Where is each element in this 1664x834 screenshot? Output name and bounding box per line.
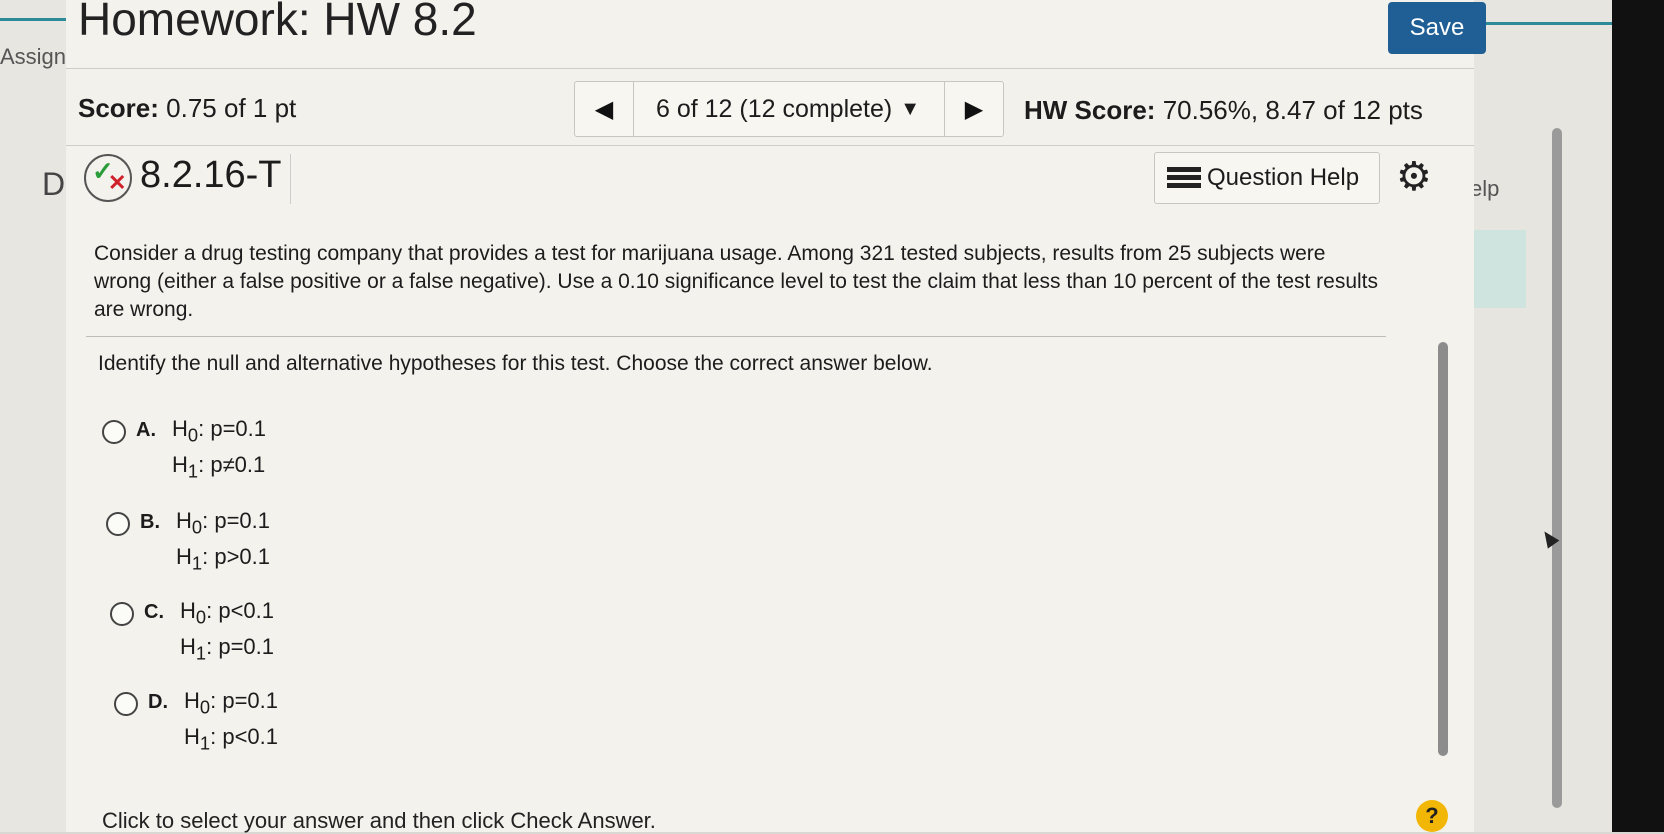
- prev-arrow-icon: ◀: [594, 95, 614, 123]
- radio-button[interactable]: [102, 420, 126, 444]
- check-x-status-icon: ✓ ✕: [84, 154, 132, 202]
- radio-button[interactable]: [114, 692, 138, 716]
- question-help-button[interactable]: Question Help: [1154, 152, 1380, 204]
- question-navigator: ◀ 6 of 12 (12 complete) ▼ ▶: [574, 81, 1004, 137]
- background-divider-right: [1476, 22, 1626, 25]
- score-bar: Score: 0.75 of 1 pt ◀ 6 of 12 (12 comple…: [66, 68, 1474, 146]
- question-scrollbar[interactable]: [1438, 342, 1448, 756]
- question-score: Score: 0.75 of 1 pt: [78, 93, 296, 124]
- question-progress: 6 of 12 (12 complete): [655, 94, 893, 123]
- score-value: 0.75 of 1 pt: [166, 93, 297, 123]
- radio-button[interactable]: [110, 602, 134, 626]
- alternative-hypothesis: H1: p>0.1: [176, 544, 270, 574]
- answer-option-b[interactable]: B. H0: p=0.1 H1: p>0.1: [106, 502, 366, 574]
- background-right-panel: elp: [1470, 0, 1630, 832]
- background-left-panel: Assign D: [0, 0, 66, 832]
- null-hypothesis: H0: p=0.1: [172, 416, 266, 446]
- null-hypothesis: H0: p=0.1: [176, 508, 270, 538]
- divider: [86, 336, 1386, 337]
- background-divider: [0, 18, 70, 21]
- background-help-fragment: elp: [1470, 176, 1500, 201]
- null-hypothesis: H0: p<0.1: [180, 598, 274, 628]
- dropdown-caret-icon: ▼: [900, 97, 921, 120]
- monitor-bezel: [1612, 0, 1664, 832]
- answer-option-a[interactable]: A. H0: p=0.1 H1: p≠0.1: [102, 410, 362, 482]
- next-question-button[interactable]: ▶: [944, 82, 1003, 136]
- gear-icon[interactable]: ⚙: [1396, 154, 1432, 200]
- null-hypothesis: H0: p=0.1: [184, 688, 278, 718]
- hw-score-value: 70.56%, 8.47 of 12 pts: [1162, 95, 1423, 125]
- question-number: 8.2.16-T: [140, 154, 291, 204]
- assignments-tab-fragment[interactable]: Assign: [0, 44, 66, 70]
- question-text: Consider a drug testing company that pro…: [94, 242, 1379, 321]
- homework-score: HW Score: 70.56%, 8.47 of 12 pts: [1024, 95, 1423, 126]
- next-arrow-icon: ▶: [964, 95, 984, 123]
- background-letter: D: [42, 166, 66, 202]
- answer-hint: Click to select your answer and then cli…: [102, 808, 656, 833]
- hw-score-label: HW Score:: [1024, 95, 1156, 125]
- question-instruction: Identify the null and alternative hypoth…: [98, 352, 933, 375]
- radio-button[interactable]: [106, 512, 130, 536]
- previous-question-button[interactable]: ◀: [575, 82, 634, 136]
- answer-option-c[interactable]: C. H0: p<0.1 H1: p=0.1: [110, 592, 370, 664]
- score-label: Score:: [78, 93, 159, 123]
- answer-option-d[interactable]: D. H0: p=0.1 H1: p<0.1: [114, 682, 374, 754]
- question-header: ✓ ✕ 8.2.16-T Question Help ⚙: [66, 146, 1474, 216]
- alternative-hypothesis: H1: p<0.1: [184, 724, 278, 754]
- alternative-hypothesis: H1: p≠0.1: [172, 452, 266, 482]
- option-letter: C.: [144, 601, 164, 623]
- save-button[interactable]: Save: [1388, 2, 1486, 54]
- list-icon: [1167, 167, 1201, 189]
- option-letter: A.: [136, 419, 156, 441]
- help-circle-icon[interactable]: ?: [1416, 800, 1448, 832]
- page-scrollbar[interactable]: [1552, 128, 1562, 808]
- homework-panel: Homework: HW 8.2 Save Score: 0.75 of 1 p…: [66, 0, 1486, 833]
- option-letter: D.: [148, 691, 168, 713]
- alternative-hypothesis: H1: p=0.1: [180, 634, 274, 664]
- option-letter: B.: [140, 511, 160, 533]
- page-title: Homework: HW 8.2: [78, 0, 477, 45]
- question-help-label: Question Help: [1207, 164, 1360, 191]
- question-selector-dropdown[interactable]: 6 of 12 (12 complete) ▼: [633, 82, 943, 136]
- background-band: [1470, 230, 1526, 308]
